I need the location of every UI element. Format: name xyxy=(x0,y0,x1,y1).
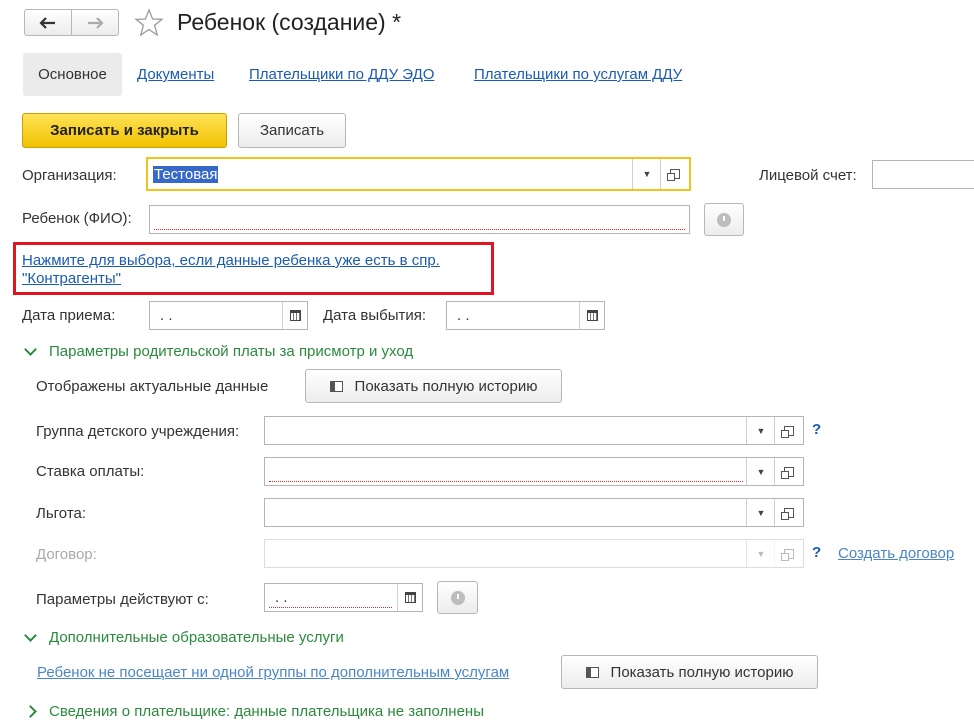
open-form-icon xyxy=(781,466,794,479)
rate-open-button[interactable] xyxy=(774,458,803,485)
benefit-label: Льгота: xyxy=(36,505,87,522)
extra-section-title: Дополнительные образовательные услуги xyxy=(49,629,344,646)
leave-date-value: . . xyxy=(457,307,470,324)
params-section-header[interactable]: Параметры родительской платы за присмотр… xyxy=(24,343,414,360)
leave-calendar-button[interactable] xyxy=(579,302,604,329)
rate-dropdown-button[interactable]: ▼ xyxy=(746,458,775,485)
actual-data-label: Отображены актуальные данные xyxy=(36,378,269,395)
forward-button[interactable] xyxy=(71,9,119,36)
extra-section-header[interactable]: Дополнительные образовательные услуги xyxy=(24,629,344,646)
back-button[interactable] xyxy=(24,9,72,36)
tab-documents[interactable]: Документы xyxy=(137,66,214,83)
chevron-down-icon: ▼ xyxy=(756,425,766,436)
child-fio-field[interactable] xyxy=(149,205,690,234)
save-button[interactable]: Записать xyxy=(238,113,346,148)
create-contract-link[interactable]: Создать договор xyxy=(838,545,954,562)
params-history-label: Показать полную историю xyxy=(354,377,538,395)
clock-icon xyxy=(450,590,465,605)
group-help-icon[interactable]: ? xyxy=(812,421,821,438)
chevron-right-icon xyxy=(24,705,37,718)
clock-icon xyxy=(717,212,731,227)
extra-history-button[interactable]: Показать полную историю xyxy=(561,655,818,689)
params-history-button[interactable]: Показать полную историю xyxy=(305,369,562,403)
payer-section-header[interactable]: Сведения о плательщике: данные плательщи… xyxy=(24,703,484,720)
open-form-icon xyxy=(781,507,794,520)
page-title: Ребенок (создание) * xyxy=(177,9,402,35)
account-field[interactable] xyxy=(872,160,974,189)
child-history-button[interactable] xyxy=(704,203,744,236)
select-link-line1: Нажмите для выбора, если данные ребенка … xyxy=(22,252,440,269)
params-section-title: Параметры родительской платы за присмотр… xyxy=(49,343,414,360)
admission-date-value: . . xyxy=(160,307,173,324)
group-open-button[interactable] xyxy=(774,417,803,444)
tab-main-label: Основное xyxy=(38,66,107,83)
chevron-down-icon: ▼ xyxy=(756,507,766,518)
extra-history-label: Показать полную историю xyxy=(610,663,794,681)
admission-date-label: Дата приема: xyxy=(22,307,116,324)
benefit-open-button[interactable] xyxy=(774,499,803,526)
chevron-down-icon xyxy=(24,629,37,642)
group-label: Группа детского учреждения: xyxy=(36,423,240,440)
rate-label: Ставка оплаты: xyxy=(36,463,145,480)
org-value: Тестовая xyxy=(153,166,219,183)
required-marker xyxy=(269,480,743,482)
effective-date-value: . . xyxy=(275,589,288,606)
leave-date-label: Дата выбытия: xyxy=(323,307,427,324)
required-marker xyxy=(154,228,685,230)
chevron-down-icon: ▼ xyxy=(642,169,652,179)
open-form-icon xyxy=(781,548,794,561)
chevron-down-icon: ▼ xyxy=(756,466,766,477)
calendar-icon xyxy=(289,310,301,321)
admission-calendar-button[interactable] xyxy=(282,302,307,329)
effective-label: Параметры действуют с: xyxy=(36,591,209,608)
chevron-down-icon xyxy=(24,343,37,356)
arrow-left-icon xyxy=(39,16,55,29)
contract-field: ▼ xyxy=(264,539,804,568)
star-icon[interactable] xyxy=(134,8,164,38)
org-label: Организация: xyxy=(22,167,117,184)
group-dropdown-button[interactable]: ▼ xyxy=(746,417,775,444)
org-field[interactable]: Тестовая ▼ xyxy=(146,157,691,191)
effective-date-field[interactable]: . . xyxy=(264,583,423,612)
effective-history-button[interactable] xyxy=(437,581,478,614)
save-and-close-button[interactable]: Записать и закрыть xyxy=(22,113,227,148)
rate-field[interactable]: ▼ xyxy=(264,457,804,486)
required-marker xyxy=(269,606,392,608)
open-form-icon xyxy=(667,169,680,181)
effective-calendar-button[interactable] xyxy=(397,584,422,611)
contract-open-button xyxy=(774,540,803,567)
history-table-icon xyxy=(585,666,599,678)
arrow-right-icon xyxy=(88,16,104,29)
contract-dropdown-button: ▼ xyxy=(746,540,775,567)
select-link-line2: "Контрагенты" xyxy=(22,270,121,287)
tab-payers-edo[interactable]: Плательщики по ДДУ ЭДО xyxy=(249,66,434,83)
not-attending-link[interactable]: Ребенок не посещает ни одной группы по д… xyxy=(37,664,509,681)
benefit-field[interactable]: ▼ xyxy=(264,498,804,527)
calendar-icon xyxy=(404,592,416,603)
history-table-icon xyxy=(329,380,343,392)
group-field[interactable]: ▼ xyxy=(264,416,804,445)
leave-date-field[interactable]: . . xyxy=(446,301,605,330)
org-dropdown-button[interactable]: ▼ xyxy=(632,159,661,189)
contract-help-icon[interactable]: ? xyxy=(812,544,821,561)
admission-date-field[interactable]: . . xyxy=(149,301,308,330)
tab-payers-services[interactable]: Плательщики по услугам ДДУ xyxy=(474,66,682,83)
account-label: Лицевой счет: xyxy=(759,167,857,184)
select-from-counterparties-link[interactable]: Нажмите для выбора, если данные ребенка … xyxy=(22,252,440,288)
benefit-dropdown-button[interactable]: ▼ xyxy=(746,499,775,526)
calendar-icon xyxy=(586,310,598,321)
contract-label: Договор: xyxy=(36,546,97,563)
tab-main[interactable]: Основное xyxy=(23,53,122,96)
open-form-icon xyxy=(781,425,794,438)
child-label: Ребенок (ФИО): xyxy=(22,210,132,227)
payer-section-title: Сведения о плательщике: данные плательщи… xyxy=(49,703,484,720)
org-open-button[interactable] xyxy=(660,159,689,189)
chevron-down-icon: ▼ xyxy=(756,548,766,559)
